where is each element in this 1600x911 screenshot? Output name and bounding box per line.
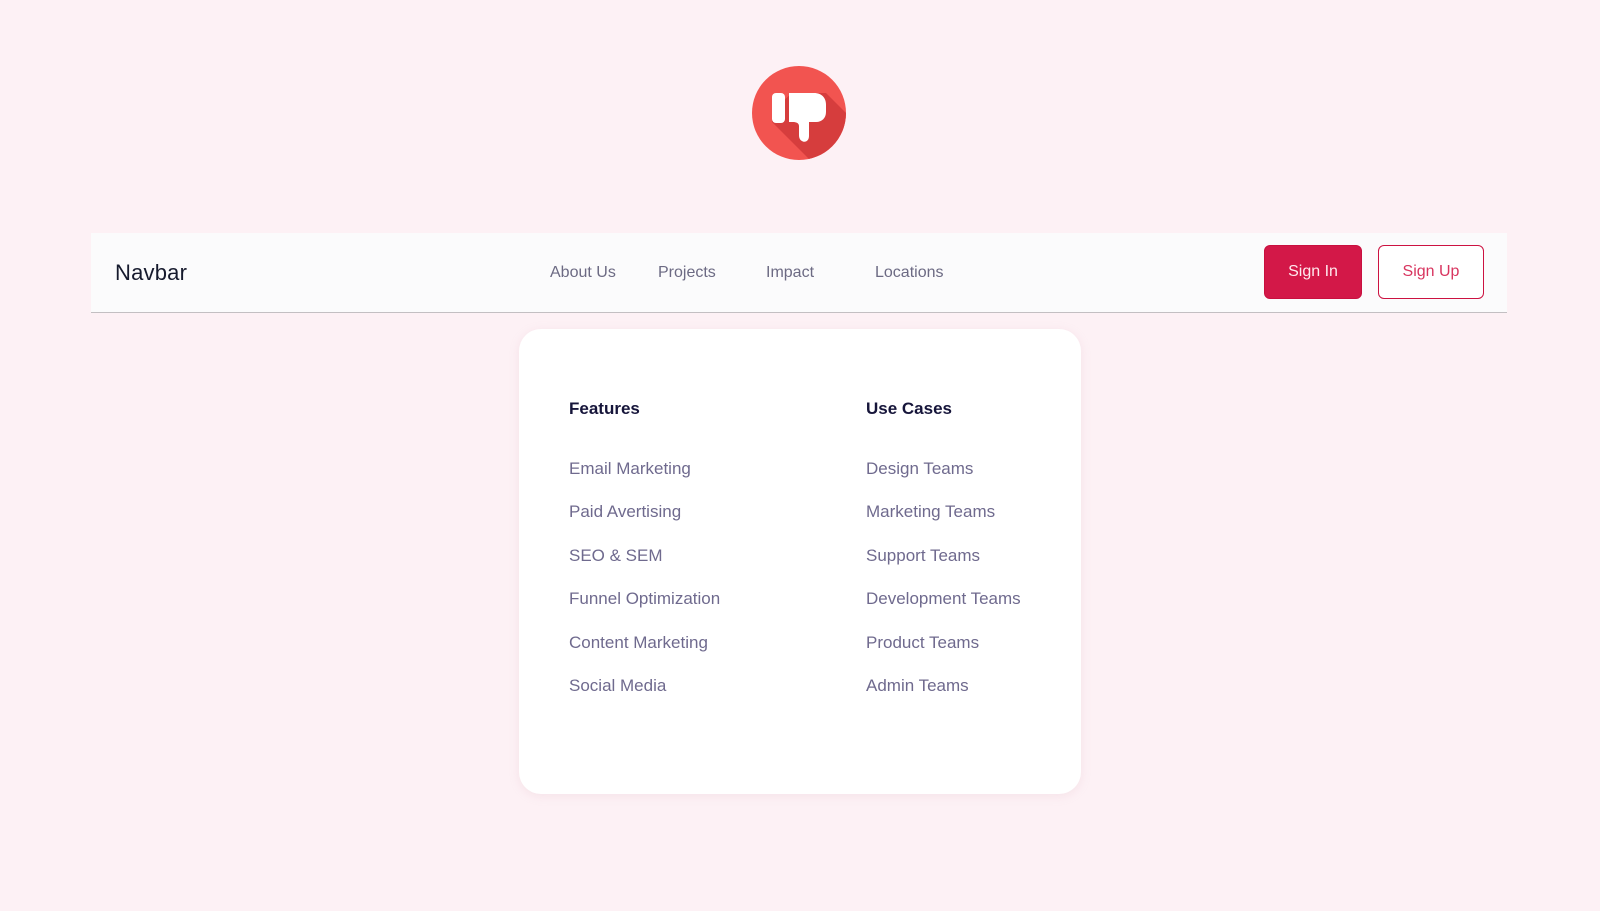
menu-item-email-marketing[interactable]: Email Marketing [569, 457, 720, 500]
menu-item-admin-teams[interactable]: Admin Teams [866, 674, 1021, 717]
menu-item-support-teams[interactable]: Support Teams [866, 544, 1021, 587]
menu-item-design-teams[interactable]: Design Teams [866, 457, 1021, 500]
features-column: Features Email Marketing Paid Avertising… [569, 397, 720, 717]
sign-in-button[interactable]: Sign In [1264, 245, 1362, 299]
nav-link-about-us[interactable]: About Us [550, 264, 616, 282]
sign-up-button[interactable]: Sign Up [1378, 245, 1484, 299]
nav-link-impact[interactable]: Impact [766, 264, 814, 282]
menu-item-development-teams[interactable]: Development Teams [866, 587, 1021, 630]
thumbs-down-icon [772, 93, 846, 160]
logo-badge [752, 66, 846, 160]
menu-item-social-media[interactable]: Social Media [569, 674, 720, 717]
features-heading: Features [569, 399, 640, 418]
menu-item-seo-sem[interactable]: SEO & SEM [569, 544, 720, 587]
use-cases-heading: Use Cases [866, 399, 953, 418]
nav-link-locations[interactable]: Locations [875, 264, 944, 282]
brand-logo-text[interactable]: Navbar [115, 260, 187, 286]
menu-item-marketing-teams[interactable]: Marketing Teams [866, 500, 1021, 543]
nav-link-projects[interactable]: Projects [658, 264, 716, 282]
navbar: Navbar About Us Projects Impact Location… [91, 233, 1507, 313]
menu-item-content-marketing[interactable]: Content Marketing [569, 631, 720, 674]
menu-item-funnel-optimization[interactable]: Funnel Optimization [569, 587, 720, 630]
mega-menu-dropdown: Features Email Marketing Paid Avertising… [519, 329, 1081, 794]
menu-item-paid-advertising[interactable]: Paid Avertising [569, 500, 720, 543]
use-cases-column: Use Cases Design Teams Marketing Teams S… [866, 397, 1021, 717]
menu-item-product-teams[interactable]: Product Teams [866, 631, 1021, 674]
